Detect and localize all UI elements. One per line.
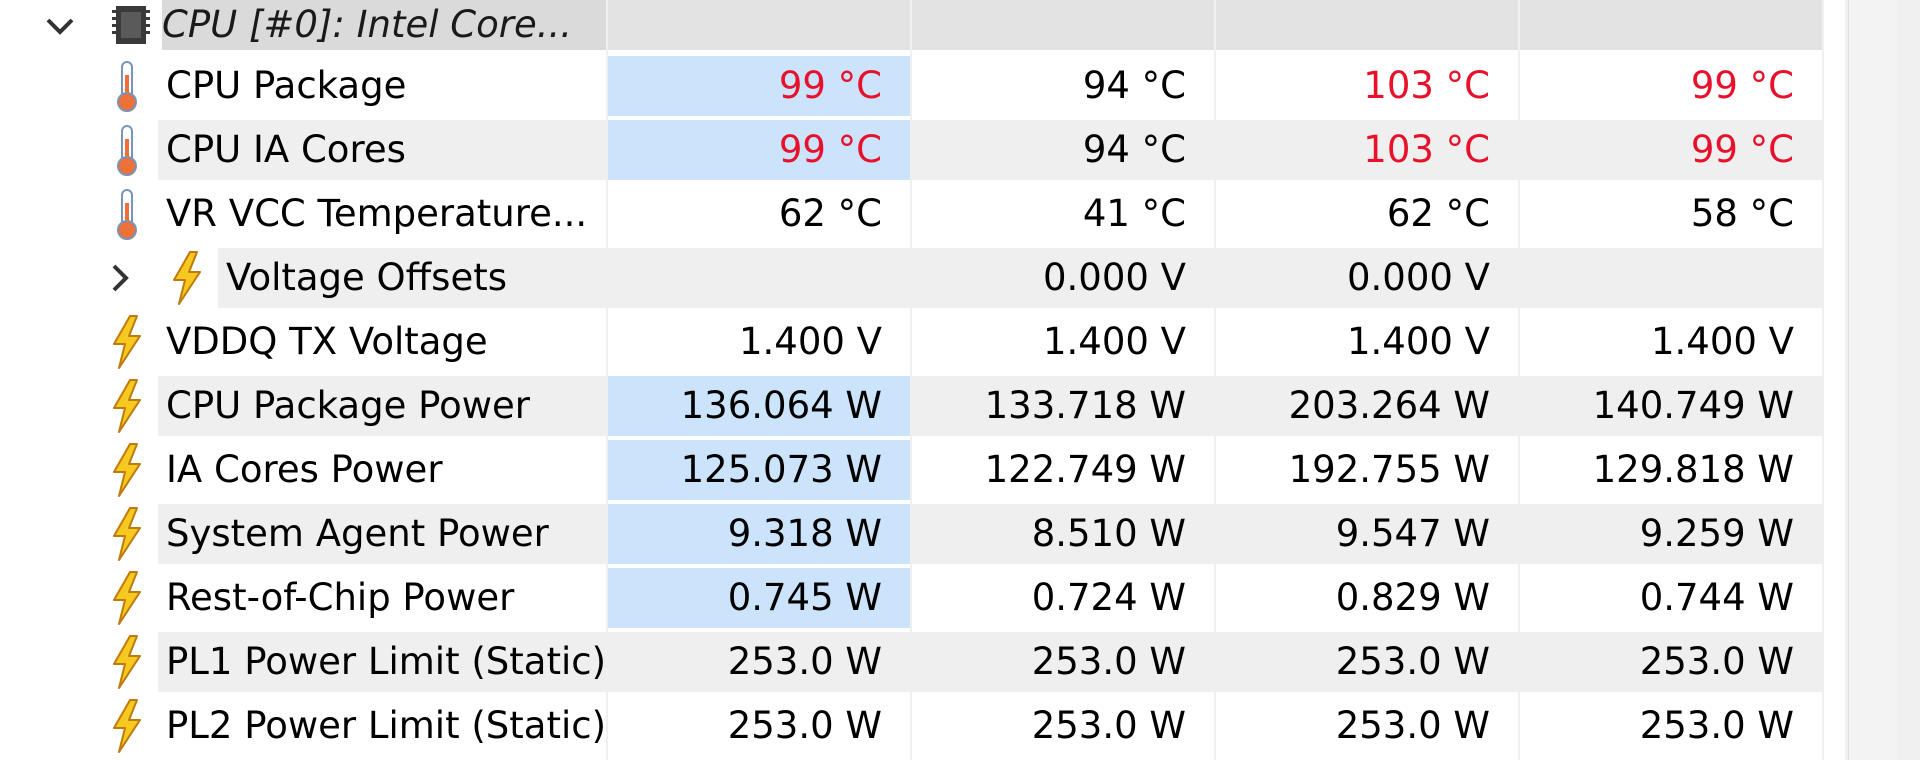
thermometer-icon — [112, 123, 142, 181]
value-minimum: 253.0 W — [1031, 640, 1186, 683]
sensor-row[interactable]: PL2 Power Limit (Static) 253.0 W 253.0 W 25… — [0, 694, 1845, 758]
sensor-row[interactable]: VDDQ TX Voltage 1.400 V 1.400 V 1.400 V 1.40… — [0, 310, 1845, 374]
value-average — [1520, 248, 1822, 308]
value-maximum: 0.000 V — [1347, 256, 1490, 299]
sensor-name: IA Cores Power — [166, 448, 443, 491]
sensor-name: CPU IA Cores — [166, 128, 406, 171]
sensor-name: PL2 Power Limit (Static) — [166, 704, 607, 747]
value-minimum: 94 °C — [1082, 128, 1186, 171]
chevron-down-icon[interactable] — [30, 0, 90, 60]
value-current: 253.0 W — [727, 640, 882, 683]
value-maximum: 103 °C — [1363, 128, 1490, 171]
group-title: CPU [#0]: Intel Core... — [162, 0, 606, 50]
value-current: 62 °C — [778, 192, 882, 235]
sensor-name: VR VCC Temperature... — [166, 192, 588, 235]
value-average: 253.0 W — [1639, 704, 1794, 747]
sensor-row[interactable]: CPU IA Cores 99 °C 94 °C 103 °C 99 °C — [0, 118, 1845, 182]
value-maximum: 62 °C — [1386, 192, 1490, 235]
value-minimum: 0.000 V — [1043, 256, 1186, 299]
value-current: 9.318 W — [608, 504, 910, 564]
sensor-name: PL1 Power Limit (Static) — [166, 640, 607, 683]
value-current: 1.400 V — [739, 320, 882, 363]
lightning-icon — [110, 506, 144, 566]
value-minimum: 8.510 W — [1031, 512, 1186, 555]
column-divider — [1214, 0, 1216, 760]
value-minimum: 41 °C — [1082, 192, 1186, 235]
value-average: 9.259 W — [1639, 512, 1794, 555]
value-current: 253.0 W — [727, 704, 882, 747]
group-row-cpu[interactable]: CPU [#0]: Intel Core... — [0, 0, 1845, 54]
value-maximum: 1.400 V — [1347, 320, 1490, 363]
value-maximum: 203.264 W — [1288, 384, 1490, 427]
header-col-average — [1520, 0, 1822, 50]
value-minimum: 94 °C — [1082, 64, 1186, 107]
sensor-name: Voltage Offsets — [226, 256, 507, 299]
lightning-icon — [110, 378, 144, 438]
sensor-row[interactable]: VR VCC Temperature... 62 °C 41 °C 62 °C 58 °… — [0, 182, 1845, 246]
value-maximum: 253.0 W — [1335, 640, 1490, 683]
value-average: 99 °C — [1690, 64, 1794, 107]
vertical-scrollbar[interactable] — [1848, 0, 1897, 760]
value-maximum: 9.547 W — [1335, 512, 1490, 555]
sensor-row[interactable]: PL1 Power Limit (Static) 253.0 W 253.0 W 25… — [0, 630, 1845, 694]
value-average: 99 °C — [1690, 128, 1794, 171]
sensor-name: CPU Package Power — [166, 384, 530, 427]
value-average: 253.0 W — [1639, 640, 1794, 683]
value-minimum: 133.718 W — [984, 384, 1186, 427]
value-current: 99 °C — [608, 120, 910, 180]
sensor-row[interactable]: Voltage Offsets 0.000 V 0.000 V — [0, 246, 1845, 310]
header-col-minimum — [912, 0, 1214, 50]
value-average: 0.744 W — [1639, 576, 1794, 619]
lightning-icon — [110, 442, 144, 502]
value-maximum: 103 °C — [1363, 64, 1490, 107]
lightning-icon — [110, 634, 144, 694]
sensor-name: CPU Package — [166, 64, 407, 107]
value-minimum: 0.724 W — [1031, 576, 1186, 619]
value-minimum: 1.400 V — [1043, 320, 1186, 363]
value-average: 1.400 V — [1651, 320, 1794, 363]
value-maximum: 192.755 W — [1288, 448, 1490, 491]
sensor-row[interactable]: CPU Package Power 136.064 W 133.718 W 203.2… — [0, 374, 1845, 438]
value-current: 125.073 W — [608, 440, 910, 500]
header-col-current — [608, 0, 910, 50]
value-minimum: 253.0 W — [1031, 704, 1186, 747]
sensor-name: Rest-of-Chip Power — [166, 576, 515, 619]
chevron-right-icon[interactable] — [100, 258, 140, 298]
sensor-row[interactable]: IA Cores Power 125.073 W 122.749 W 192.755 … — [0, 438, 1845, 502]
value-maximum: 253.0 W — [1335, 704, 1490, 747]
value-current: 0.745 W — [608, 568, 910, 628]
column-divider — [1822, 0, 1824, 760]
value-maximum: 0.829 W — [1335, 576, 1490, 619]
value-current: 136.064 W — [608, 376, 910, 436]
column-divider — [1518, 0, 1520, 760]
value-current: 99 °C — [608, 56, 910, 116]
lightning-icon — [110, 570, 144, 630]
thermometer-icon — [112, 187, 142, 245]
sensor-row[interactable]: Rest-of-Chip Power 0.745 W 0.724 W 0.829 W 0… — [0, 566, 1845, 630]
thermometer-icon — [112, 59, 142, 117]
sensor-name: VDDQ TX Voltage — [166, 320, 488, 363]
column-divider — [606, 0, 608, 760]
cpu-chip-icon — [112, 6, 150, 44]
lightning-icon — [110, 698, 144, 758]
value-current — [608, 248, 910, 308]
sensor-row[interactable]: CPU Package 99 °C 94 °C 103 °C 99 °C — [0, 54, 1845, 118]
sensor-name: System Agent Power — [166, 512, 549, 555]
sensor-row[interactable]: System Agent Power 9.318 W 8.510 W 9.547 W 9… — [0, 502, 1845, 566]
lightning-icon — [110, 314, 144, 374]
lightning-icon — [170, 250, 204, 310]
header-col-maximum — [1216, 0, 1518, 50]
sensor-tree[interactable]: CPU [#0]: Intel Core... CPU Package 99 °C… — [0, 0, 1845, 760]
column-divider — [910, 0, 912, 760]
value-average: 58 °C — [1690, 192, 1794, 235]
value-average: 129.818 W — [1592, 448, 1794, 491]
value-minimum: 122.749 W — [984, 448, 1186, 491]
value-average: 140.749 W — [1592, 384, 1794, 427]
